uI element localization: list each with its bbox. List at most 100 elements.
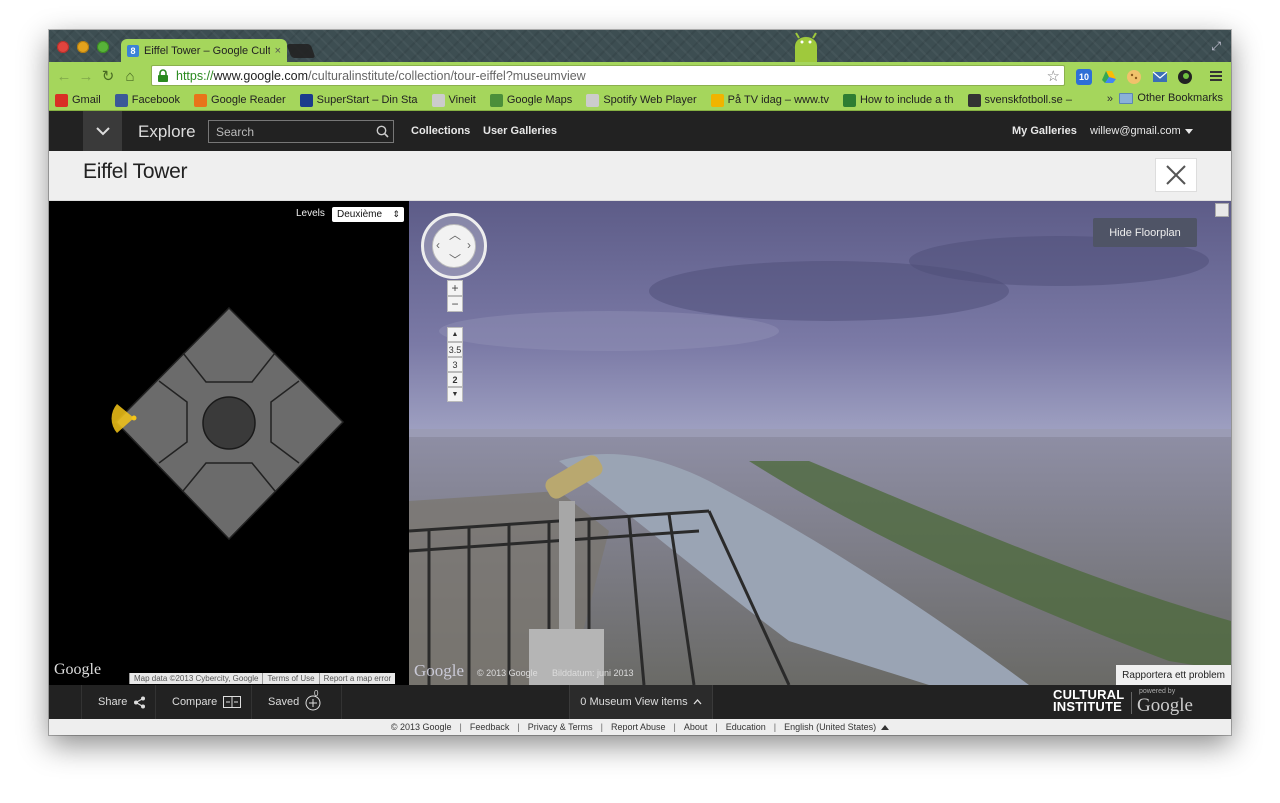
footer-link[interactable]: About xyxy=(684,722,708,732)
footer-separator: | xyxy=(773,722,777,732)
page-icon xyxy=(586,93,600,107)
levels-select[interactable]: Deuxième xyxy=(332,207,404,222)
pan-control[interactable]: ︿ ﹀ ‹ › xyxy=(421,213,487,279)
menu-toggle-button[interactable] xyxy=(83,111,122,151)
level-3-button[interactable]: 3 xyxy=(447,357,463,372)
google-logo: Google xyxy=(1137,695,1193,716)
expand-icon[interactable] xyxy=(1215,203,1229,217)
bookmark-item[interactable]: SuperStart – Din Sta xyxy=(299,93,418,107)
bookmark-label: Gmail xyxy=(72,94,101,106)
address-bar[interactable]: https:// www.google.com /culturalinstitu… xyxy=(151,65,1065,86)
bookmark-item[interactable]: How to include a th xyxy=(842,93,954,107)
tab-strip: 8 Eiffel Tower – Google Cultu × ⤢ xyxy=(49,30,1231,62)
nav-collections[interactable]: Collections xyxy=(411,125,470,137)
tab-eiffel-tower[interactable]: 8 Eiffel Tower – Google Cultu × xyxy=(121,39,287,62)
zoom-in-button[interactable]: + xyxy=(447,280,463,296)
my-galleries-link[interactable]: My Galleries xyxy=(1012,125,1077,137)
folder-icon xyxy=(1119,92,1134,104)
footer-link[interactable]: Report Abuse xyxy=(611,722,666,732)
chevron-up-icon xyxy=(693,699,702,705)
evernote-icon[interactable] xyxy=(1177,69,1193,85)
logo-divider xyxy=(1131,692,1132,714)
saved-label: Saved xyxy=(268,696,300,708)
footer-link[interactable]: Feedback xyxy=(470,722,510,732)
compare-label: Compare xyxy=(172,696,218,708)
cookie-extension-icon[interactable] xyxy=(1126,69,1142,85)
search-input[interactable] xyxy=(209,124,371,139)
hide-floorplan-button[interactable]: Hide Floorplan xyxy=(1093,218,1197,247)
calendar-extension-icon[interactable]: 10 xyxy=(1076,69,1092,85)
page-title: Eiffel Tower xyxy=(83,160,188,183)
browser-window: 8 Eiffel Tower – Google Cultu × ⤢ ← → ↻ … xyxy=(49,30,1231,735)
bookmark-item[interactable]: Gmail xyxy=(55,93,101,107)
fullscreen-toggle-icon[interactable]: ⤢ xyxy=(1211,39,1221,54)
panorama-image[interactable] xyxy=(409,201,1231,685)
close-viewer-button[interactable] xyxy=(1155,158,1197,192)
bookmark-item[interactable]: Google Reader xyxy=(194,93,286,107)
reload-icon[interactable]: ↻ xyxy=(97,67,119,85)
other-bookmarks-folder[interactable]: Other Bookmarks xyxy=(1119,92,1223,104)
footer-link[interactable]: © 2013 Google xyxy=(391,722,452,732)
search-box[interactable] xyxy=(208,120,394,143)
floorplan-map[interactable] xyxy=(49,201,409,685)
facebook-icon xyxy=(114,93,128,107)
bookmark-item[interactable]: svenskfotboll.se – xyxy=(967,93,1072,107)
report-problem-link[interactable]: Rapportera ett problem xyxy=(1116,665,1231,685)
zoom-window-button[interactable] xyxy=(97,41,109,53)
bookmark-item[interactable]: Spotify Web Player xyxy=(586,93,697,107)
bookmark-label: Facebook xyxy=(131,94,181,106)
compare-icon xyxy=(223,696,242,708)
pan-right-icon[interactable]: › xyxy=(467,238,471,252)
zoom-out-button[interactable]: − xyxy=(447,296,463,312)
level-2-button[interactable]: 2 xyxy=(447,372,463,387)
levels-label: Levels xyxy=(296,208,325,219)
street-view-panorama[interactable]: Hide Floorplan ︿ ﹀ ‹ › + − ▲ 3.5 3 2 ▼ G… xyxy=(409,201,1231,685)
level-3-5-button[interactable]: 3.5 xyxy=(447,342,463,357)
close-window-button[interactable] xyxy=(57,41,69,53)
search-icon[interactable] xyxy=(371,125,393,138)
saved-button[interactable]: Saved 0 xyxy=(251,685,343,719)
minimize-window-button[interactable] xyxy=(77,41,89,53)
level-down-button[interactable]: ▼ xyxy=(447,387,463,402)
nav-user-galleries[interactable]: User Galleries xyxy=(483,125,557,137)
url-path: /culturalinstitute/collection/tour-eiffe… xyxy=(308,68,586,83)
footer-link[interactable]: Privacy & Terms xyxy=(528,722,593,732)
map-data-credit: Map data ©2013 Cybercity, Google xyxy=(129,673,263,684)
level-up-button[interactable]: ▲ xyxy=(447,327,463,342)
new-tab-button[interactable] xyxy=(286,44,316,58)
pan-control-inner[interactable]: ︿ ﹀ ‹ › xyxy=(432,224,476,268)
explore-link[interactable]: Explore xyxy=(138,122,196,142)
bookmark-label: Vineit xyxy=(448,94,476,106)
share-button[interactable]: Share xyxy=(81,685,162,719)
bookmark-star-icon[interactable]: ☆ xyxy=(1047,67,1060,85)
mail-icon[interactable] xyxy=(1152,69,1168,85)
google-favicon-icon: 8 xyxy=(127,44,139,57)
cultural-institute-logo[interactable]: CULTURAL INSTITUTE xyxy=(1053,688,1124,713)
drive-icon[interactable] xyxy=(1101,69,1117,85)
museum-view-items-button[interactable]: 0 Museum View items xyxy=(569,685,713,719)
bookmark-item[interactable]: Facebook xyxy=(114,93,181,107)
language-caret-icon[interactable] xyxy=(881,724,890,730)
compare-button[interactable]: Compare xyxy=(155,685,257,719)
home-icon[interactable]: ⌂ xyxy=(119,68,141,85)
account-menu[interactable]: willew@gmail.com xyxy=(1090,125,1193,137)
bottom-bar: Share Compare Saved 0 0 Museum View item… xyxy=(49,685,1231,719)
bookmark-item[interactable]: Google Maps xyxy=(489,93,572,107)
user-email: willew@gmail.com xyxy=(1090,125,1181,137)
forward-arrow-icon[interactable]: → xyxy=(75,68,97,85)
chrome-menu-icon[interactable] xyxy=(1209,69,1223,83)
rss-icon xyxy=(194,93,208,107)
floorplan-panel[interactable]: Levels Deuxième Google Map data ©2013 Cy… xyxy=(49,201,409,685)
pan-up-icon[interactable]: ︿ xyxy=(449,226,461,243)
footer-link[interactable]: English (United States) xyxy=(784,722,876,732)
bookmark-item[interactable]: På TV idag – www.tv xyxy=(710,93,829,107)
pan-left-icon[interactable]: ‹ xyxy=(436,238,440,252)
bookmark-item[interactable]: Vineit xyxy=(431,93,476,107)
report-map-error-link[interactable]: Report a map error xyxy=(318,673,396,684)
pan-down-icon[interactable]: ﹀ xyxy=(449,251,461,268)
back-arrow-icon[interactable]: ← xyxy=(53,68,75,85)
more-bookmarks-chevron[interactable]: » xyxy=(1107,93,1113,105)
tab-close-icon[interactable]: × xyxy=(275,45,281,57)
terms-of-use-link[interactable]: Terms of Use xyxy=(262,673,319,684)
footer-link[interactable]: Education xyxy=(726,722,766,732)
